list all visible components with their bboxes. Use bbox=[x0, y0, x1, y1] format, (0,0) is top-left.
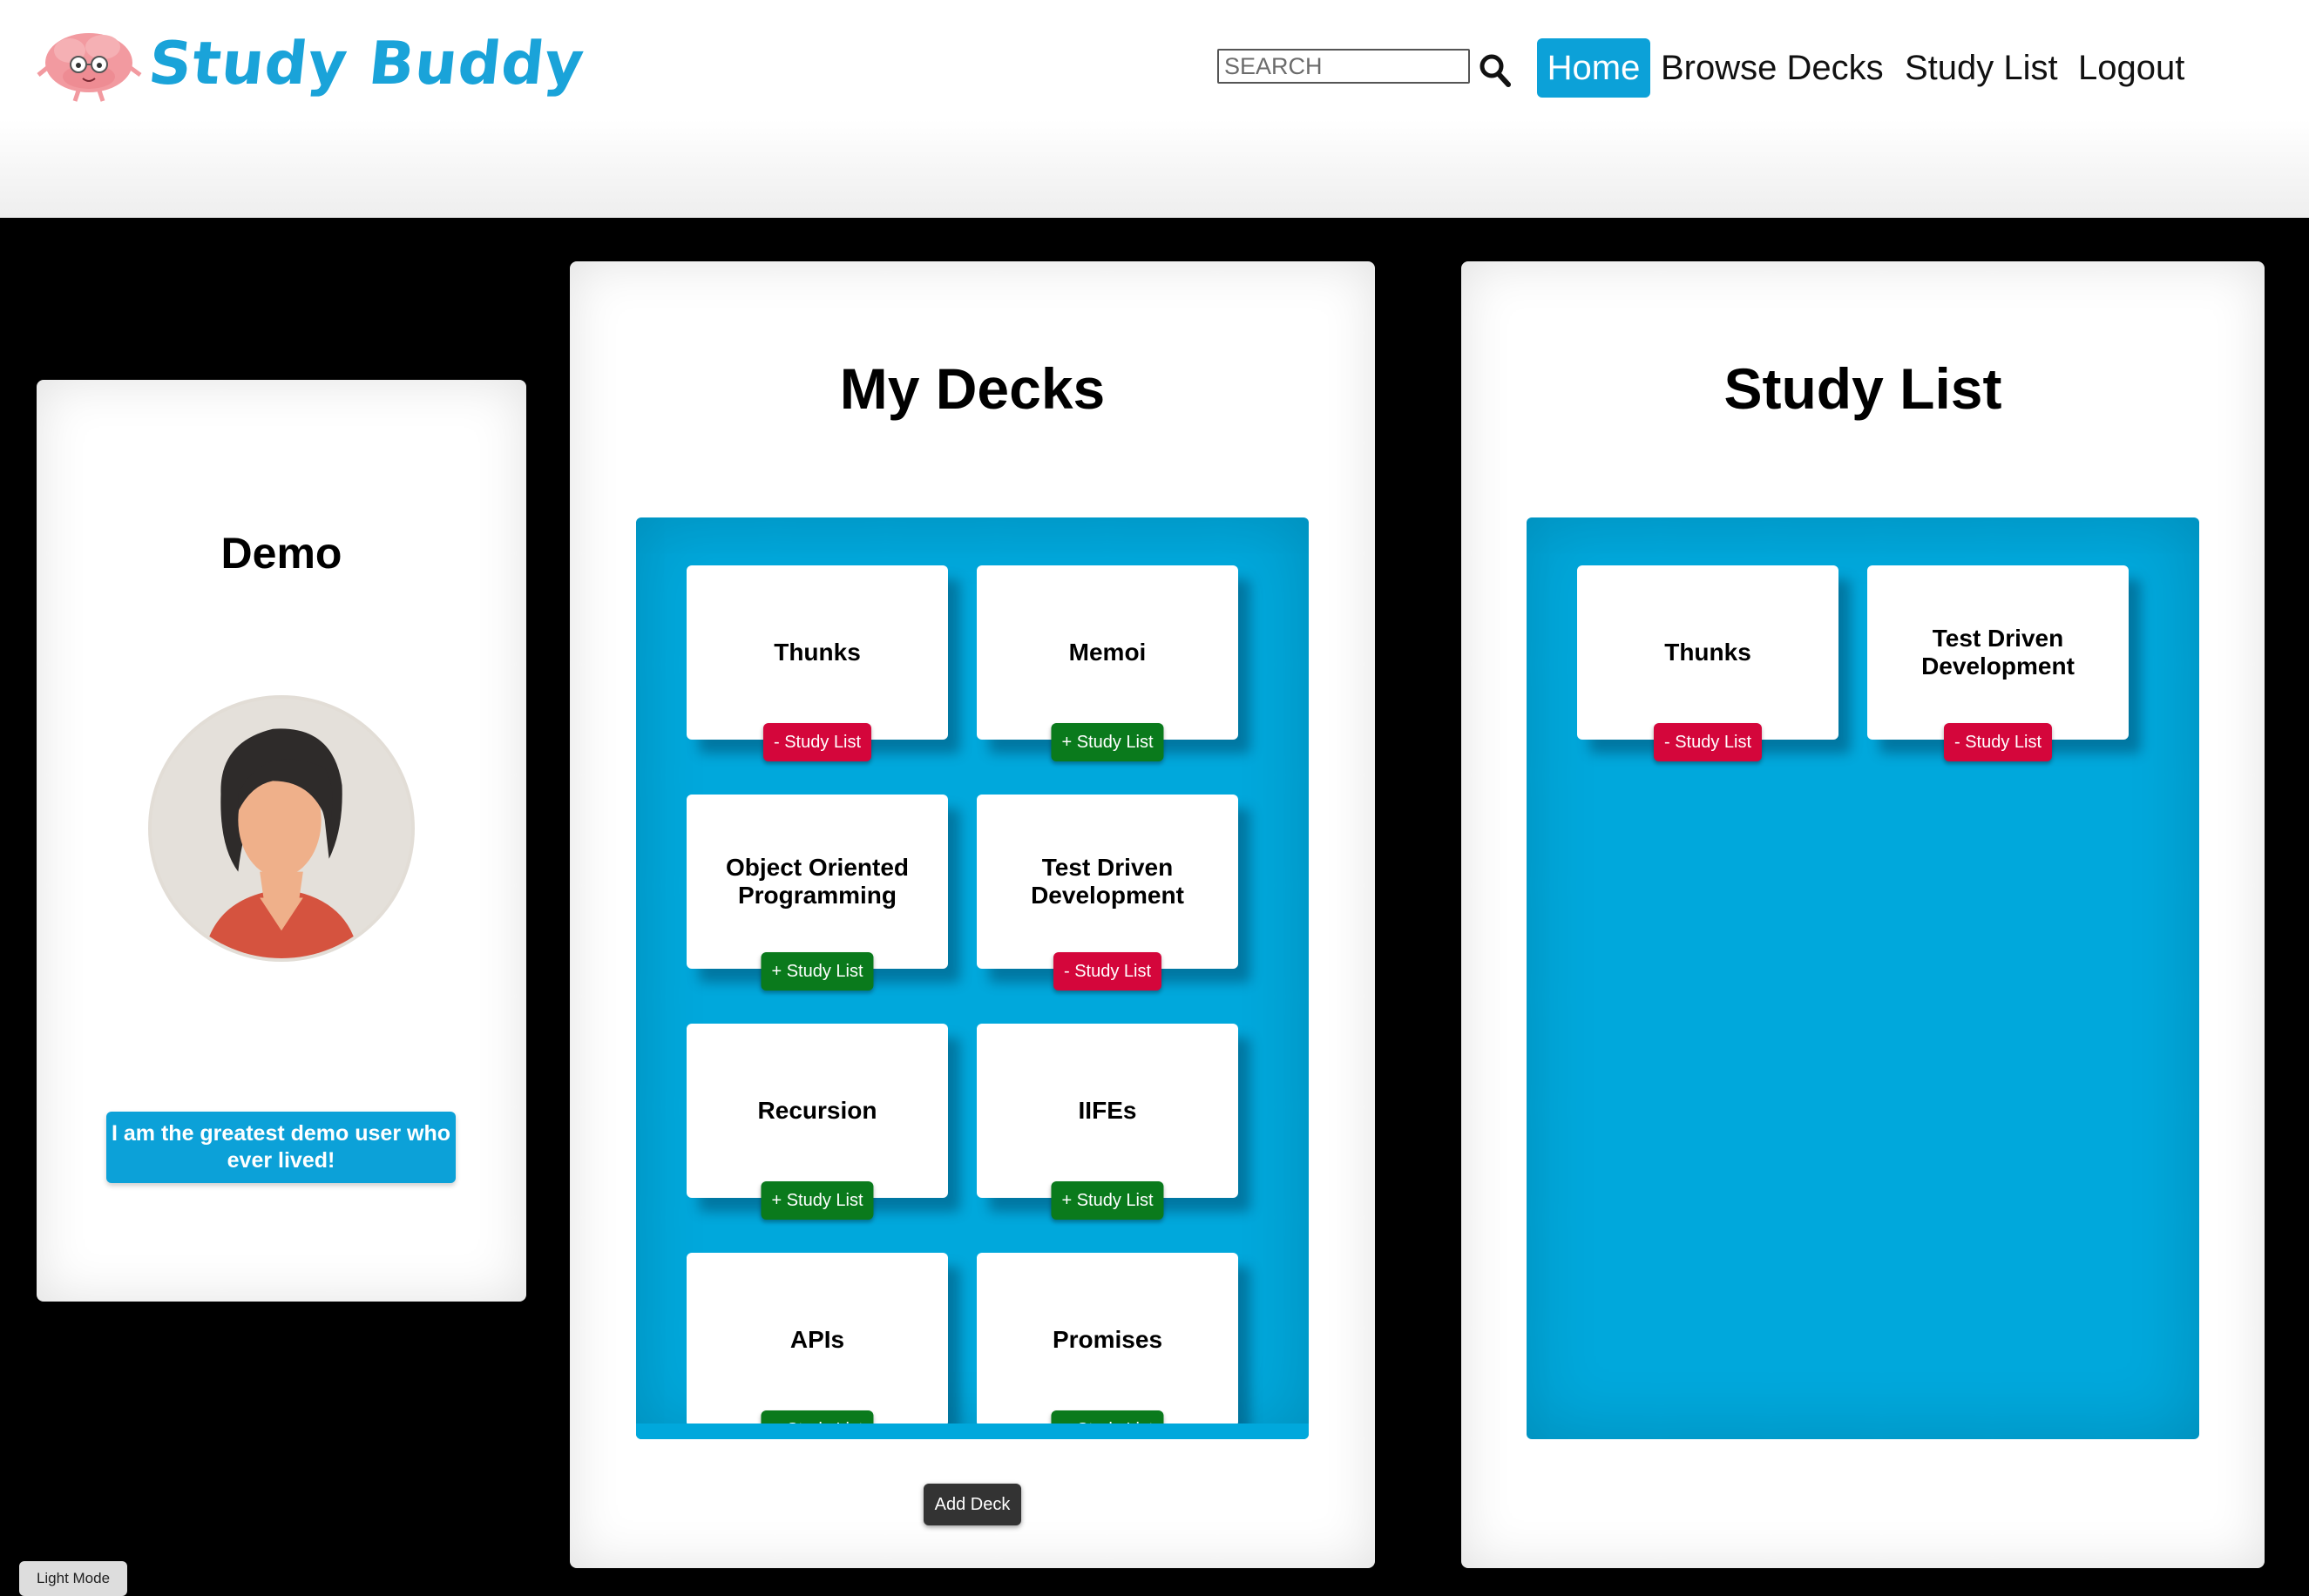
deck-card[interactable]: Test Driven Development - Study List bbox=[1867, 565, 2129, 761]
top-navbar: Study Buddy Home Browse Decks Study List… bbox=[0, 0, 2309, 218]
bio-badge: I am the greatest demo user who ever liv… bbox=[106, 1112, 456, 1183]
search-input[interactable] bbox=[1217, 49, 1470, 84]
deck-card-title: Test Driven Development bbox=[1921, 625, 2075, 680]
add-study-list-button[interactable]: + Study List bbox=[1051, 723, 1164, 761]
study-list-grid[interactable]: Thunks - Study List Test Driven Developm… bbox=[1527, 517, 2199, 1439]
deck-card[interactable]: Thunks - Study List bbox=[1577, 565, 1838, 761]
remove-study-list-button[interactable]: - Study List bbox=[1653, 723, 1763, 761]
study-list-panel: Study List Thunks - Study List Test Driv… bbox=[1461, 261, 2265, 1568]
grid-scroll-edge bbox=[636, 1424, 1309, 1439]
deck-card[interactable]: Object Oriented Programming + Study List bbox=[687, 795, 948, 991]
add-study-list-button[interactable]: + Study List bbox=[1051, 1181, 1164, 1220]
search-icon[interactable] bbox=[1479, 52, 1512, 89]
add-study-list-button[interactable]: + Study List bbox=[761, 952, 874, 991]
nav-browse-decks-link[interactable]: Browse Decks bbox=[1661, 38, 1884, 98]
deck-card-title: Object Oriented Programming bbox=[725, 854, 910, 909]
deck-card[interactable]: Recursion + Study List bbox=[687, 1024, 948, 1220]
deck-card-title: Memoi bbox=[1068, 639, 1147, 666]
brand-logo[interactable]: Study Buddy bbox=[35, 24, 588, 103]
add-deck-button[interactable]: Add Deck bbox=[924, 1484, 1021, 1525]
add-study-list-button[interactable]: + Study List bbox=[761, 1181, 874, 1220]
my-decks-panel: My Decks Thunks - Study List Memoi + Stu… bbox=[570, 261, 1375, 1568]
nav-logout-link[interactable]: Logout bbox=[2078, 38, 2184, 98]
deck-card-title: Test Driven Development bbox=[1031, 854, 1184, 909]
deck-card[interactable]: APIs + Study List bbox=[687, 1253, 948, 1439]
deck-card-title: Thunks bbox=[1664, 639, 1751, 666]
brain-mascot-icon bbox=[37, 33, 142, 102]
brand-name: Study Buddy bbox=[145, 29, 588, 98]
remove-study-list-button[interactable]: - Study List bbox=[1943, 723, 2053, 761]
deck-card[interactable]: Memoi + Study List bbox=[977, 565, 1238, 761]
nav-home-link[interactable]: Home bbox=[1537, 38, 1650, 98]
deck-card-title: APIs bbox=[789, 1326, 845, 1353]
deck-card[interactable]: Thunks - Study List bbox=[687, 565, 948, 761]
my-decks-grid[interactable]: Thunks - Study List Memoi + Study List O… bbox=[636, 517, 1309, 1439]
study-list-title: Study List bbox=[1723, 356, 2002, 421]
avatar-woman-icon bbox=[152, 699, 411, 958]
my-decks-title: My Decks bbox=[839, 356, 1106, 421]
nav-study-list-link[interactable]: Study List bbox=[1905, 38, 2058, 98]
deck-card-title: Thunks bbox=[774, 639, 861, 666]
deck-card[interactable]: IIFEs + Study List bbox=[977, 1024, 1238, 1220]
deck-card[interactable]: Promises + Study List bbox=[977, 1253, 1238, 1439]
remove-study-list-button[interactable]: - Study List bbox=[762, 723, 872, 761]
profile-name: Demo bbox=[220, 529, 342, 578]
deck-card-title: Recursion bbox=[757, 1097, 877, 1124]
deck-card[interactable]: Test Driven Development - Study List bbox=[977, 795, 1238, 991]
avatar bbox=[148, 695, 415, 962]
deck-card-title: Promises bbox=[1052, 1326, 1163, 1353]
deck-card-title: IIFEs bbox=[1078, 1097, 1137, 1124]
profile-panel: Demo I am the greatest demo user who eve… bbox=[37, 380, 526, 1302]
light-mode-toggle[interactable]: Light Mode bbox=[19, 1561, 127, 1596]
remove-study-list-button[interactable]: - Study List bbox=[1053, 952, 1162, 991]
